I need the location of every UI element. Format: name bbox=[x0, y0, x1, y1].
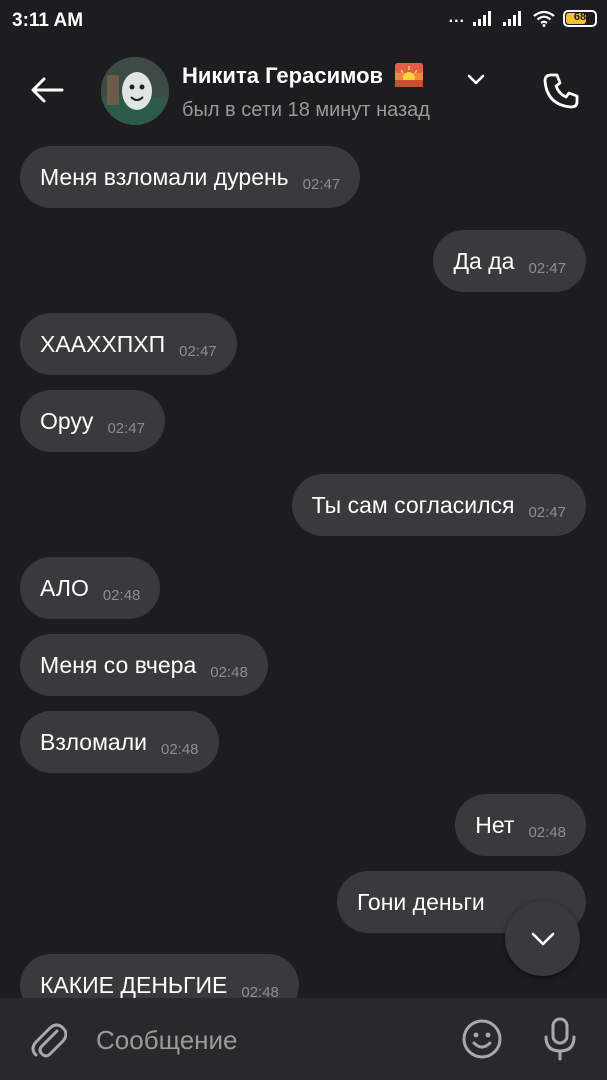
message-composer bbox=[0, 998, 607, 1080]
message-text: Ты сам согласился bbox=[311, 491, 515, 518]
emoji-button[interactable] bbox=[460, 1017, 504, 1061]
chat-header: Никита Герасимов был в сети 18 минут наз… bbox=[0, 42, 607, 140]
contact-name-text: Никита Герасимов bbox=[182, 63, 384, 88]
message-time: 02:47 bbox=[528, 259, 566, 277]
call-button[interactable] bbox=[538, 68, 584, 114]
message-bubble-incoming[interactable]: ХААХХПХП 02:47 bbox=[20, 313, 237, 375]
message-time: 02:47 bbox=[302, 175, 341, 193]
chevron-down-icon[interactable] bbox=[466, 72, 486, 86]
message-time: 02:48 bbox=[528, 823, 566, 841]
status-time: 3:11 AM bbox=[12, 10, 84, 31]
message-bubble-outgoing[interactable]: Ты сам согласился 02:47 bbox=[291, 474, 586, 536]
status-bar: 3:11 AM ... 68 bbox=[0, 0, 607, 42]
message-time: 02:47 bbox=[528, 503, 566, 521]
message-time: 02:47 bbox=[179, 342, 217, 360]
message-time: 02:48 bbox=[102, 586, 141, 604]
emoji-icon bbox=[462, 1019, 502, 1059]
message-bubble-incoming[interactable]: Меня взломали дурень 02:47 bbox=[20, 146, 361, 208]
message-time: 02:48 bbox=[210, 663, 248, 681]
phone-icon bbox=[543, 73, 579, 109]
contact-last-seen: был в сети 18 минут назад bbox=[182, 99, 430, 121]
battery-level: 68 bbox=[573, 10, 587, 23]
message-text: АЛО bbox=[40, 574, 89, 601]
message-time: 02:47 bbox=[107, 419, 145, 437]
avatar[interactable] bbox=[101, 57, 169, 125]
message-bubble-incoming[interactable]: Оруу 02:47 bbox=[20, 390, 165, 452]
message-text: Меня взломали дурень bbox=[40, 163, 289, 190]
message-text: Гони деньги bbox=[357, 888, 485, 915]
signal-icon bbox=[473, 11, 491, 26]
message-text: Взломали bbox=[40, 728, 147, 755]
message-text: КАКИЕ ДЕНЬГИЕ bbox=[40, 971, 228, 998]
message-bubble-incoming[interactable]: Взломали 02:48 bbox=[20, 711, 219, 773]
battery-icon: 68 bbox=[563, 9, 597, 27]
message-text: Оруу bbox=[40, 407, 94, 434]
mic-icon bbox=[544, 1017, 576, 1061]
back-button[interactable] bbox=[22, 70, 72, 110]
signal-icon bbox=[503, 11, 521, 26]
contact-name[interactable]: Никита Герасимов bbox=[182, 63, 424, 89]
voice-message-button[interactable] bbox=[538, 1015, 582, 1063]
message-bubble-incoming[interactable]: Меня со вчера 02:48 bbox=[20, 634, 268, 696]
message-time: 02:48 bbox=[241, 983, 279, 999]
notification-dots: ... bbox=[448, 9, 465, 26]
message-text: Нет bbox=[475, 811, 515, 838]
message-text: ХААХХПХП bbox=[40, 330, 166, 357]
paperclip-icon bbox=[31, 1023, 67, 1058]
message-bubble-outgoing[interactable]: Нет 02:48 bbox=[455, 794, 586, 856]
back-arrow-icon bbox=[31, 77, 64, 103]
attach-button[interactable] bbox=[26, 1017, 70, 1061]
message-text: Меня со вчера bbox=[40, 651, 197, 678]
message-bubble-incoming[interactable]: КАКИЕ ДЕНЬГИЕ 02:48 bbox=[20, 954, 299, 998]
chevron-down-icon bbox=[531, 932, 554, 945]
wifi-icon bbox=[533, 10, 555, 27]
status-icons: ... 68 bbox=[449, 9, 597, 27]
message-bubble-outgoing[interactable]: Да да 02:47 bbox=[433, 230, 586, 292]
message-time: 02:48 bbox=[160, 740, 199, 758]
message-input[interactable] bbox=[96, 1020, 436, 1060]
message-list[interactable]: Меня взломали дурень 02:47 Да да 02:47 Х… bbox=[0, 140, 607, 998]
message-bubble-incoming[interactable]: АЛО 02:48 bbox=[20, 557, 161, 619]
message-text: Да да bbox=[453, 247, 515, 274]
sunset-emoji-icon bbox=[395, 63, 424, 87]
scroll-down-button[interactable] bbox=[505, 901, 580, 976]
